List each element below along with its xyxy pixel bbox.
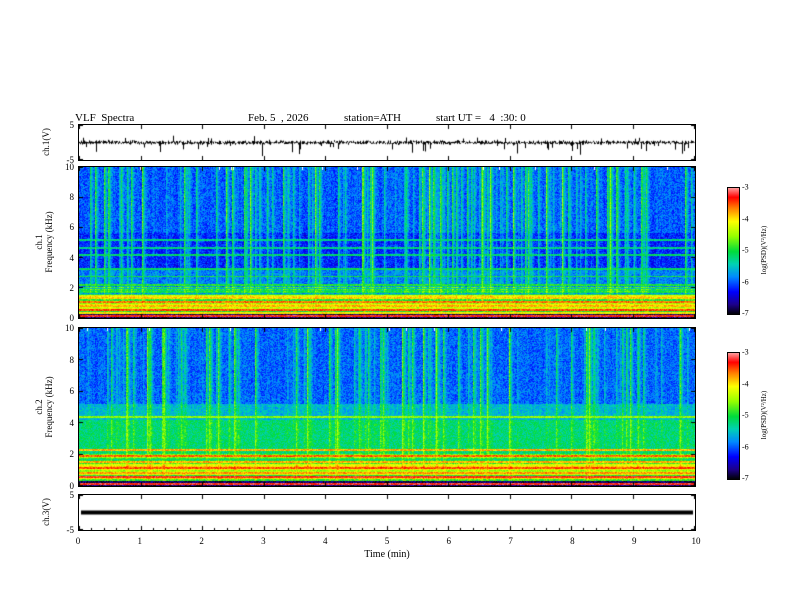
x-tick-label: 6 [446, 536, 452, 546]
figure-title: VLF Spectra [75, 112, 135, 124]
y-tick-label: 2 [69, 282, 75, 293]
colorbar-tick-label: -4 [742, 379, 749, 388]
y-tick-label: 2 [69, 449, 75, 460]
ch1-waveform-canvas [79, 125, 695, 160]
x-tick-label: 7 [508, 536, 513, 546]
colorbar-tick-label: -4 [742, 214, 749, 223]
y-tick-label: 6 [69, 222, 75, 233]
ch3-voltage-axis-label: ch.3(V) [41, 498, 51, 526]
colorbar-tick-label: -6 [742, 277, 749, 286]
ch1-voltage-axis-label: ch.1(V) [41, 128, 51, 156]
x-tick-label: 5 [384, 536, 390, 546]
colorbar-ch1 [727, 187, 740, 315]
y-tick-label: 0 [69, 313, 75, 323]
ch1-spectrogram-panel [78, 166, 696, 319]
colorbar-tick-label: -7 [742, 308, 749, 318]
colorbar-ch2-label: log(PSD)(V²/Hz) [760, 390, 768, 440]
ch2-spectrogram-canvas [79, 328, 695, 486]
colorbar-tick-label: -3 [742, 347, 749, 357]
x-tick-label: 8 [570, 536, 575, 546]
colorbar-tick-label: -6 [742, 442, 749, 451]
vlf-spectra-figure: VLF Spectra Feb. 5 , 2026 station=ATH st… [0, 0, 792, 612]
y-tick-label: 5 [69, 490, 75, 500]
time-axis-label: Time (min) [364, 549, 410, 560]
figure-date: Feb. 5 , 2026 [248, 112, 309, 124]
ch1-waveform-panel [78, 124, 696, 161]
colorbar-tick-label: -3 [742, 182, 749, 192]
ch1-spectrogram-canvas [79, 167, 695, 318]
ch2-frequency-axis-label: ch.2 Frequency (kHz) [34, 376, 54, 438]
colorbar-ch2 [727, 352, 740, 480]
y-tick-label: 4 [69, 417, 75, 428]
colorbar-tick-label: -5 [742, 410, 749, 420]
figure-station: station=ATH [344, 112, 401, 124]
y-tick-label: 5 [69, 120, 75, 130]
y-tick-label: 4 [69, 252, 75, 263]
ch3-waveform-canvas [79, 495, 695, 530]
y-tick-label: 8 [69, 354, 75, 365]
x-tick-label: 1 [137, 536, 143, 546]
y-tick-label: 8 [69, 192, 75, 203]
x-tick-label: 0 [75, 536, 81, 546]
ch1-frequency-axis-label: ch.1 Frequency (kHz) [34, 211, 54, 273]
y-tick-label: 6 [69, 386, 75, 397]
x-tick-label: 3 [261, 536, 266, 546]
colorbar-tick-label: -7 [742, 473, 749, 483]
figure-start-ut: start UT = 4 :30: 0 [436, 112, 526, 124]
ch3-waveform-panel [78, 494, 696, 531]
colorbar-tick-label: -5 [742, 245, 749, 255]
ch2-spectrogram-panel [78, 327, 696, 487]
y-tick-label: 10 [65, 323, 74, 333]
x-tick-label: 2 [199, 536, 204, 546]
x-tick-label: 9 [631, 536, 637, 546]
y-tick-label: 10 [65, 162, 74, 172]
x-tick-label: 10 [691, 536, 701, 546]
colorbar-ch1-label: log(PSD)(V²/Hz) [760, 225, 768, 275]
y-tick-label: -5 [66, 525, 75, 535]
x-tick-label: 4 [322, 536, 328, 546]
